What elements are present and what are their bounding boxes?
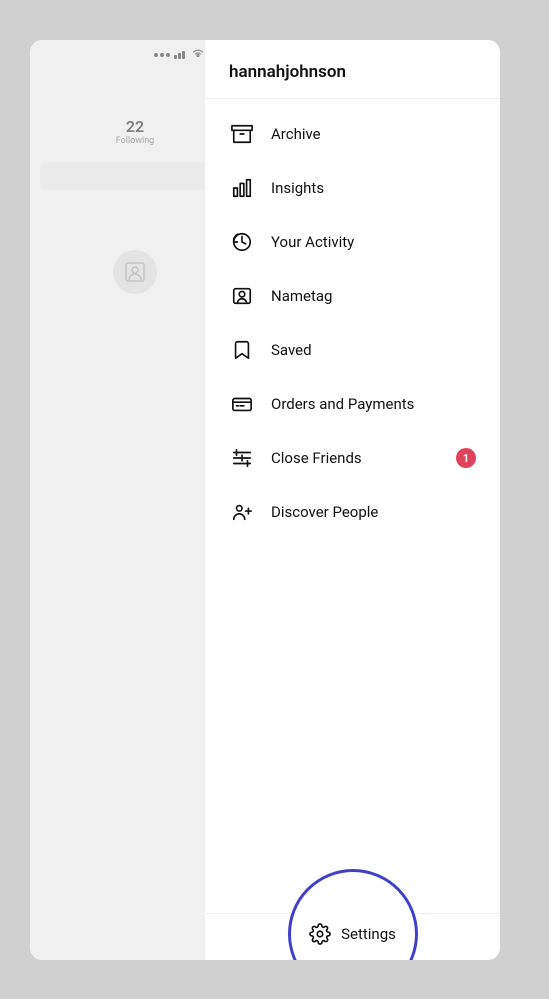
insights-label: Insights (271, 179, 476, 197)
menu-item-close-friends[interactable]: Close Friends 1 (205, 431, 500, 485)
menu-username: hannahjohnson (205, 40, 500, 99)
signal-bars (174, 51, 185, 59)
discover-label: Discover People (271, 503, 476, 521)
activity-icon (229, 229, 255, 255)
archive-label: Archive (271, 125, 476, 143)
discover-icon (229, 499, 255, 525)
menu-item-insights[interactable]: Insights (205, 161, 500, 215)
menu-items-list: Archive Insights (205, 99, 500, 913)
wifi-icon (192, 48, 204, 61)
search-bar (40, 162, 230, 190)
close-friends-icon (229, 445, 255, 471)
close-friends-label: Close Friends (271, 449, 456, 467)
menu-item-discover[interactable]: Discover People (205, 485, 500, 539)
menu-item-saved[interactable]: Saved (205, 323, 500, 377)
insights-icon (229, 175, 255, 201)
menu-item-orders[interactable]: Orders and Payments (205, 377, 500, 431)
menu-panel: hannahjohnson Archive Insig (205, 40, 500, 960)
orders-label: Orders and Payments (271, 395, 476, 413)
nametag-icon (229, 283, 255, 309)
profile-photo (113, 250, 157, 294)
close-friends-badge: 1 (456, 448, 476, 468)
menu-item-nametag[interactable]: Nametag (205, 269, 500, 323)
menu-item-archive[interactable]: Archive (205, 107, 500, 161)
saved-label: Saved (271, 341, 476, 359)
menu-item-activity[interactable]: Your Activity (205, 215, 500, 269)
orders-icon (229, 391, 255, 417)
saved-icon (229, 337, 255, 363)
signal-dots (154, 53, 170, 57)
archive-icon (229, 121, 255, 147)
nametag-label: Nametag (271, 287, 476, 305)
settings-footer: Settings (205, 913, 500, 960)
stat-following: 22 Following (40, 117, 230, 146)
activity-label: Your Activity (271, 233, 476, 251)
settings-label: Settings (341, 925, 396, 943)
settings-gear-icon (309, 923, 331, 945)
